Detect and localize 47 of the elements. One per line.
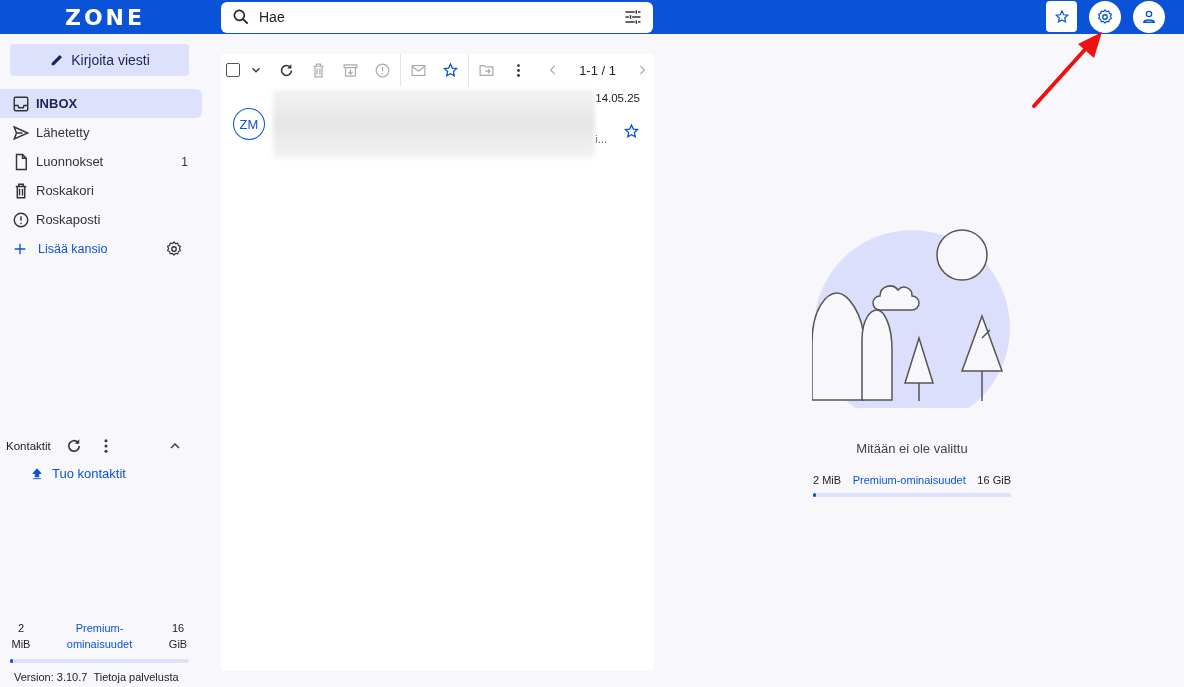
folder-item[interactable]: Roskaposti xyxy=(0,205,202,234)
settings-icon[interactable] xyxy=(165,239,183,258)
account-button[interactable] xyxy=(1133,1,1165,33)
add-folder-link[interactable]: Lisää kansio xyxy=(12,240,108,257)
import-contacts-link[interactable]: Tuo kontaktit xyxy=(8,466,148,481)
storage-total: 16 GiB xyxy=(167,621,189,652)
message-date: 14.05.25 xyxy=(595,92,640,104)
folder-item[interactable]: Lähetetty xyxy=(0,118,202,147)
search-icon xyxy=(231,7,251,27)
folder-label: Roskakori xyxy=(36,183,94,198)
inbox-icon xyxy=(12,94,30,113)
storage-used: 2 MiB xyxy=(813,474,842,486)
star-icon[interactable] xyxy=(623,123,640,140)
storage-total: 16 GiB xyxy=(977,474,1011,486)
compose-button[interactable]: Kirjoita viesti xyxy=(10,44,189,76)
premium-link[interactable]: Premium- ominaisuudet xyxy=(66,620,133,652)
unread-count: 1 xyxy=(181,154,188,169)
settings-button[interactable] xyxy=(1089,1,1121,33)
page-indicator: 1-1 / 1 xyxy=(579,62,616,78)
message-snippet: i… xyxy=(595,134,608,145)
premium-link[interactable]: Premium-ominaisuudet xyxy=(852,474,966,486)
storage-used: 2 MiB xyxy=(10,621,32,652)
star-icon xyxy=(1053,8,1070,25)
alert-icon xyxy=(12,210,30,229)
favorites-button[interactable] xyxy=(1046,1,1077,32)
version-text: Version: 3.10.7 xyxy=(14,671,88,683)
search-field[interactable]: Hae xyxy=(257,8,617,26)
select-all-checkbox[interactable] xyxy=(226,63,240,77)
person-icon xyxy=(1140,8,1158,26)
message-row[interactable]: ZM 14.05.25 i… xyxy=(221,86,654,166)
search-bar[interactable]: Hae xyxy=(221,1,653,33)
paper-plane-icon xyxy=(12,123,30,142)
filter-icon[interactable] xyxy=(623,7,643,27)
folder-label: Lähetetty xyxy=(36,125,90,140)
contacts-title: Kontaktit xyxy=(6,440,51,452)
folder-item[interactable]: Roskakori xyxy=(0,176,202,205)
about-link[interactable]: Tietoja palvelusta xyxy=(93,671,179,683)
folder-item[interactable]: INBOX xyxy=(0,89,202,118)
star-icon[interactable] xyxy=(442,61,459,79)
folder-label: Luonnokset xyxy=(36,154,104,169)
folder-label: Roskaposti xyxy=(36,212,101,227)
folder-label: INBOX xyxy=(36,96,78,111)
folder-item[interactable]: Luonnokset 1 xyxy=(0,147,202,176)
upload-icon xyxy=(30,466,44,481)
empty-state-text: Mitään ei ole valittu xyxy=(856,441,968,456)
logo[interactable]: ZONE xyxy=(0,4,210,30)
settings-icon xyxy=(1096,8,1114,26)
